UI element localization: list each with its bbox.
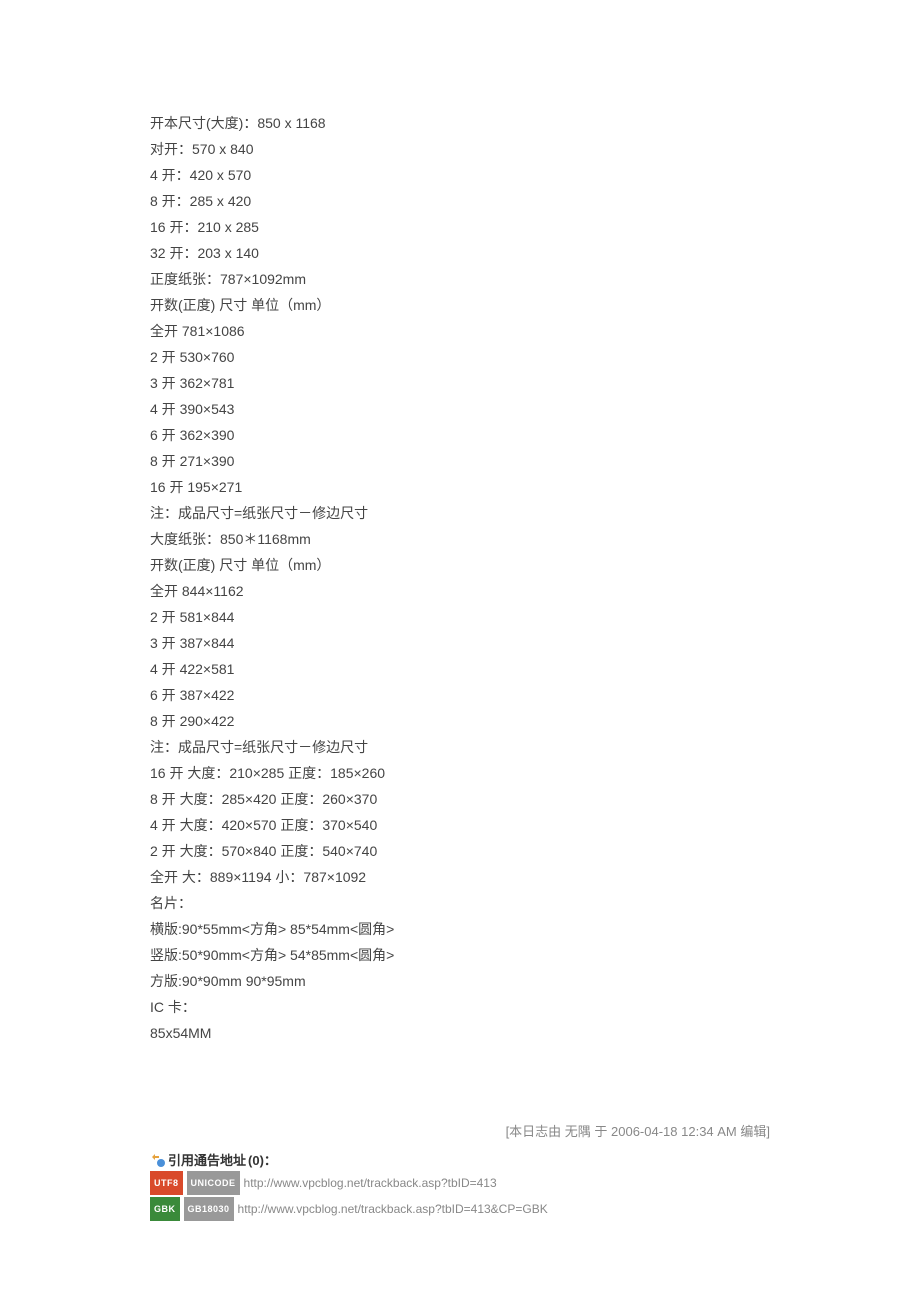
content-line: 32 开：203 x 140 (150, 240, 770, 266)
content-line: 4 开 大度：420×570 正度：370×540 (150, 812, 770, 838)
content-line: 方版:90*90mm 90*95mm (150, 968, 770, 994)
content-line: 全开 781×1086 (150, 318, 770, 344)
content-line: 16 开 195×271 (150, 474, 770, 500)
content-line: 3 开 362×781 (150, 370, 770, 396)
content-line: 2 开 530×760 (150, 344, 770, 370)
content-line: 8 开 大度：285×420 正度：260×370 (150, 786, 770, 812)
content-line: 8 开 271×390 (150, 448, 770, 474)
content-line: 注：成品尺寸=纸张尺寸－修边尺寸 (150, 500, 770, 526)
trackback-row: UTF8UNICODEhttp://www.vpcblog.net/trackb… (150, 1171, 770, 1195)
content-line: IC 卡： (150, 994, 770, 1020)
article-content: 开本尺寸(大度)：850 x 1168对开：570 x 8404 开：420 x… (150, 110, 770, 1046)
content-line: 6 开 362×390 (150, 422, 770, 448)
content-line: 开本尺寸(大度)：850 x 1168 (150, 110, 770, 136)
content-line: 大度纸张：850＊1168mm (150, 526, 770, 552)
content-line: 开数(正度) 尺寸 单位（mm） (150, 552, 770, 578)
encoding-badge: GB18030 (184, 1197, 234, 1221)
trackback-row: GBKGB18030http://www.vpcblog.net/trackba… (150, 1197, 770, 1221)
content-line: 16 开 大度：210×285 正度：185×260 (150, 760, 770, 786)
content-line: 正度纸张：787×1092mm (150, 266, 770, 292)
trackback-icon (150, 1152, 166, 1168)
content-line: 2 开 大度：570×840 正度：540×740 (150, 838, 770, 864)
trackback-header: 引用通告地址 (0)： (150, 1150, 770, 1169)
trackback-header-label: 引用通告地址 (168, 1150, 246, 1169)
content-line: 85x54MM (150, 1020, 770, 1046)
content-line: 竖版:50*90mm<方角> 54*85mm<圆角> (150, 942, 770, 968)
encoding-badge: UNICODE (187, 1171, 240, 1195)
content-line: 8 开 290×422 (150, 708, 770, 734)
content-line: 6 开 387×422 (150, 682, 770, 708)
content-line: 对开：570 x 840 (150, 136, 770, 162)
content-line: 名片： (150, 890, 770, 916)
content-line: 2 开 581×844 (150, 604, 770, 630)
content-line: 16 开：210 x 285 (150, 214, 770, 240)
content-line: 3 开 387×844 (150, 630, 770, 656)
trackback-count: (0)： (248, 1150, 277, 1169)
trackback-url[interactable]: http://www.vpcblog.net/trackback.asp?tbI… (244, 1172, 497, 1194)
content-line: 横版:90*55mm<方角> 85*54mm<圆角> (150, 916, 770, 942)
trackback-rows: UTF8UNICODEhttp://www.vpcblog.net/trackb… (150, 1171, 770, 1221)
trackback-url[interactable]: http://www.vpcblog.net/trackback.asp?tbI… (238, 1198, 548, 1220)
edit-note: [本日志由 无隅 于 2006-04-18 12:34 AM 编辑] (150, 1121, 770, 1140)
encoding-badge: UTF8 (150, 1171, 183, 1195)
content-line: 全开 大：889×1194 小：787×1092 (150, 864, 770, 890)
content-line: 4 开：420 x 570 (150, 162, 770, 188)
content-line: 4 开 422×581 (150, 656, 770, 682)
content-line: 注：成品尺寸=纸张尺寸－修边尺寸 (150, 734, 770, 760)
encoding-badge: GBK (150, 1197, 180, 1221)
content-line: 开数(正度) 尺寸 单位（mm） (150, 292, 770, 318)
content-line: 4 开 390×543 (150, 396, 770, 422)
content-line: 全开 844×1162 (150, 578, 770, 604)
content-line: 8 开：285 x 420 (150, 188, 770, 214)
